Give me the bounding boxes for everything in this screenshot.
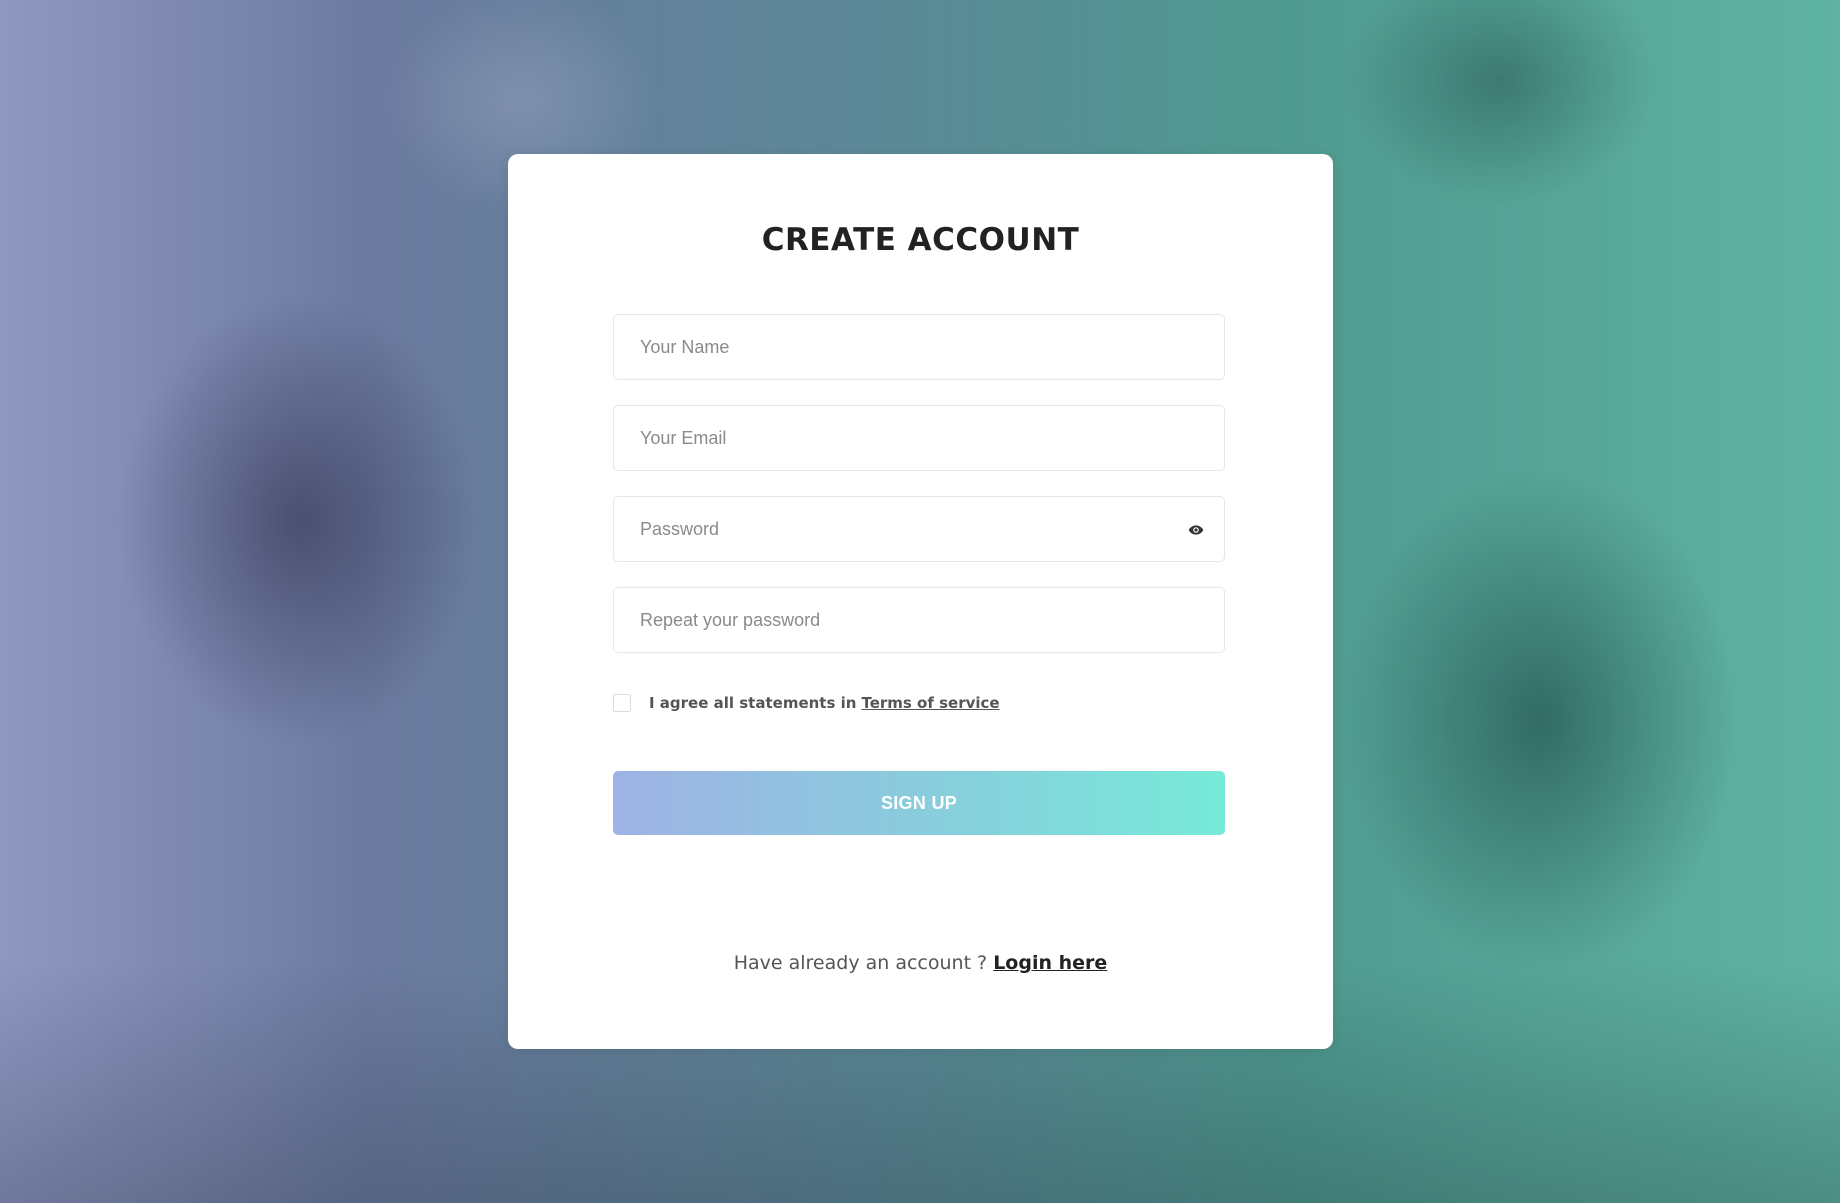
sign-up-button[interactable]: SIGN UP: [613, 771, 1225, 835]
login-here-link[interactable]: Login here: [993, 952, 1107, 974]
terms-checkbox[interactable]: [613, 694, 631, 712]
password-field[interactable]: [613, 496, 1225, 562]
repeat-password-input[interactable]: [614, 588, 1224, 652]
page-title: CREATE ACCOUNT: [761, 222, 1080, 258]
login-prompt-row: Have already an account ? Login here: [508, 952, 1333, 974]
repeat-password-field[interactable]: [613, 587, 1225, 653]
eye-icon[interactable]: [1188, 523, 1204, 537]
login-prompt-text: Have already an account ?: [733, 952, 988, 974]
name-input[interactable]: [614, 315, 1224, 379]
terms-agreement: I agree all statements in Terms of servi…: [613, 691, 1000, 715]
password-input[interactable]: [614, 497, 1224, 561]
email-field[interactable]: [613, 405, 1225, 471]
name-field[interactable]: [613, 314, 1225, 380]
terms-label: I agree all statements in: [649, 694, 857, 712]
email-input[interactable]: [614, 406, 1224, 470]
signup-card: CREATE ACCOUNT I agree all statements in…: [508, 154, 1333, 1049]
terms-of-service-link[interactable]: Terms of service: [861, 694, 999, 712]
